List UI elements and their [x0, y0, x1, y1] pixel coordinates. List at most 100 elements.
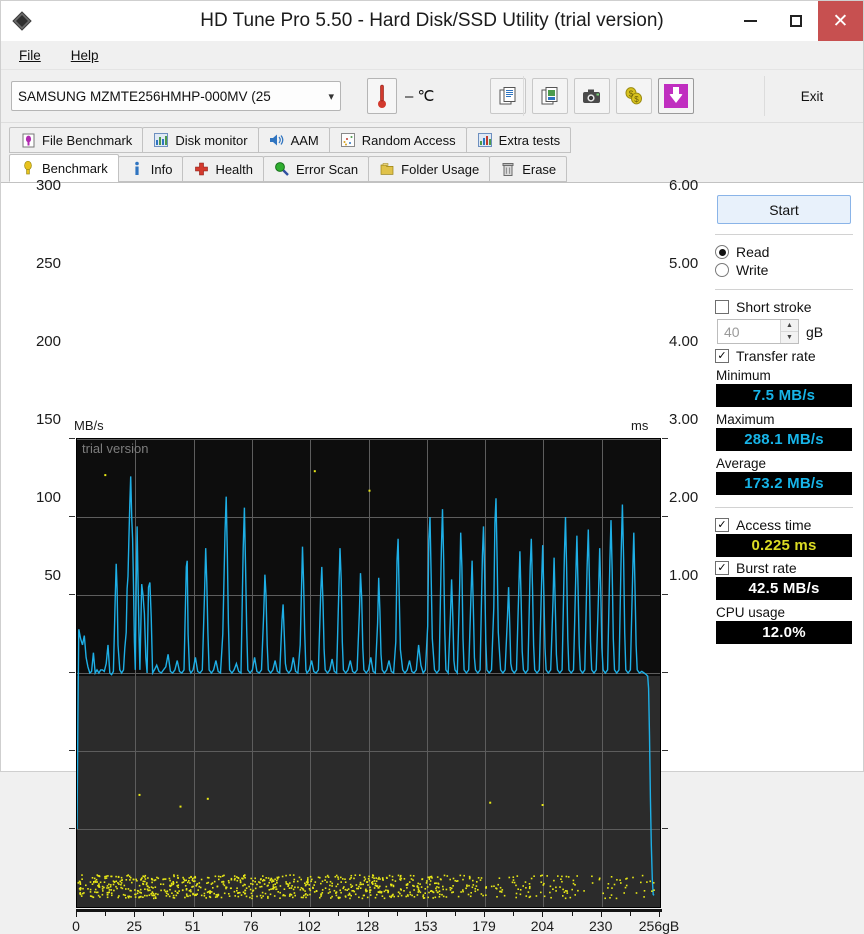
access-time-value: 0.225 ms	[751, 537, 817, 554]
health-cross-icon	[193, 161, 209, 177]
start-button[interactable]: Start	[717, 195, 851, 224]
x-tick-mark	[542, 912, 543, 917]
tab-extra-tests[interactable]: Extra tests	[465, 127, 572, 153]
access-time-checkbox-icon: ✓	[715, 518, 729, 532]
y-axis-unit-right: ms	[631, 418, 649, 433]
checkbox-access-time[interactable]: ✓ Access time	[713, 516, 855, 534]
y2-tick-mark	[662, 672, 668, 673]
copy-text-button[interactable]	[490, 78, 527, 114]
menu-bar: File Help	[1, 41, 863, 70]
y-tick-200: 200	[35, 333, 61, 350]
tab-error-scan[interactable]: Error Scan	[263, 156, 370, 182]
tab-aam-label: AAM	[290, 132, 319, 148]
series-layer	[77, 470, 655, 900]
minimum-label: Minimum	[716, 368, 771, 383]
tab-row-primary: Benchmark Info Health Error Scan Folder …	[9, 154, 855, 182]
menu-help[interactable]: Help	[67, 46, 103, 65]
menu-file[interactable]: File	[15, 46, 45, 65]
folder-icon	[379, 161, 395, 177]
download-button[interactable]	[658, 78, 695, 114]
y2-tick-mark	[662, 828, 668, 829]
y-axis-unit-left: MB/s	[74, 418, 104, 433]
x-tick-label: 76	[243, 918, 259, 934]
tab-disk-monitor[interactable]: Disk monitor	[142, 127, 259, 153]
radio-write-label: Write	[736, 262, 769, 278]
speaker-icon	[269, 132, 285, 148]
spinner-buttons[interactable]: ▲ ▼	[780, 320, 798, 343]
x-tick-mark-minor	[513, 912, 514, 916]
spinner-up-icon[interactable]: ▲	[781, 320, 798, 332]
y2-tick-mark	[662, 750, 668, 751]
minimize-button[interactable]	[728, 1, 773, 41]
toolbar-divider-1	[523, 76, 524, 116]
tab-folder-usage[interactable]: Folder Usage	[368, 156, 491, 182]
x-tick-mark	[659, 912, 660, 917]
radio-read[interactable]: Read	[713, 243, 855, 261]
maximize-icon	[789, 15, 802, 27]
maximum-value: 288.1 MB/s	[744, 431, 824, 448]
checkbox-transfer-rate[interactable]: ✓ Transfer rate	[713, 347, 855, 365]
x-tick-label: 0	[72, 918, 80, 934]
x-tick-mark-minor	[630, 912, 631, 916]
close-button[interactable]: ✕	[818, 1, 863, 41]
divider-3	[715, 507, 853, 508]
tab-file-benchmark[interactable]: File Benchmark	[9, 127, 144, 153]
x-tick-mark-minor	[222, 912, 223, 916]
tab-random-access[interactable]: Random Access	[328, 127, 467, 153]
menu-help-label: Help	[70, 47, 99, 63]
y-tick-150: 150	[35, 411, 61, 428]
x-tick-mark-minor	[572, 912, 573, 916]
average-label: Average	[716, 456, 767, 471]
x-tick-label: 179	[472, 918, 496, 934]
buy-button[interactable]: $ $	[616, 78, 653, 114]
x-tick-mark	[601, 912, 602, 917]
title-bar: HD Tune Pro 5.50 - Hard Disk/SSD Utility…	[1, 1, 863, 41]
y2-tick-300: 3.00	[669, 411, 699, 428]
minimum-value: 7.5 MB/s	[752, 387, 816, 404]
x-tick-label: 25	[126, 918, 143, 934]
short-stroke-checkbox-icon	[715, 300, 729, 314]
y-tick-mark	[69, 828, 75, 829]
x-tick-label: 256gB	[638, 918, 680, 934]
checkbox-burst-rate[interactable]: ✓ Burst rate	[713, 559, 855, 577]
svg-text:$: $	[635, 95, 640, 104]
copy-image-button[interactable]	[532, 78, 569, 114]
checkbox-short-stroke[interactable]: Short stroke	[713, 298, 855, 316]
access-time-scatter	[77, 470, 655, 900]
tab-health[interactable]: Health	[182, 156, 265, 182]
tab-benchmark-label: Benchmark	[42, 160, 108, 176]
short-stroke-input[interactable]	[718, 322, 780, 341]
x-tick-mark-minor	[105, 912, 106, 916]
toolbar-divider-2	[764, 76, 765, 116]
drive-select[interactable]: SAMSUNG MZMTE256HMHP-000MV (25 ▾	[11, 81, 341, 111]
chevron-down-icon: ▾	[328, 90, 334, 103]
y-tick-250: 250	[35, 255, 61, 272]
exit-button[interactable]: Exit	[773, 80, 851, 112]
tab-info[interactable]: Info	[117, 156, 184, 182]
radio-write[interactable]: Write	[713, 261, 855, 279]
trash-icon	[500, 161, 516, 177]
screenshot-button[interactable]	[574, 78, 611, 114]
temperature-indicator: – ℃	[367, 78, 434, 114]
y-tick-mark	[69, 438, 75, 439]
tab-erase[interactable]: Erase	[489, 156, 568, 182]
x-tick-mark-minor	[338, 912, 339, 916]
x-tick-mark-minor	[280, 912, 281, 916]
maximum-label: Maximum	[716, 412, 775, 427]
short-stroke-spinner[interactable]: ▲ ▼	[717, 319, 799, 344]
transfer-rate-label: Transfer rate	[736, 348, 816, 364]
copy-image-icon	[541, 87, 558, 105]
minimum-value-box: 7.5 MB/s	[716, 384, 852, 407]
tab-erase-label: Erase	[522, 161, 557, 177]
maximize-button[interactable]	[773, 1, 818, 41]
info-icon	[129, 161, 145, 177]
tab-aam[interactable]: AAM	[257, 127, 330, 153]
y2-tick-mark	[662, 516, 668, 517]
tab-extra-tests-label: Extra tests	[498, 132, 561, 148]
x-tick-label: 51	[184, 918, 201, 934]
x-tick-mark	[309, 912, 310, 917]
y-tick-mark	[69, 594, 75, 595]
temperature-value: – ℃	[405, 88, 435, 105]
x-tick-mark	[134, 912, 135, 917]
spinner-down-icon[interactable]: ▼	[781, 332, 798, 343]
